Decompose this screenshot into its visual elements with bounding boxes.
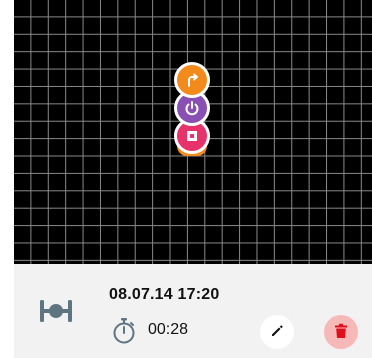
dumbbell-icon bbox=[39, 298, 73, 324]
stopwatch-icon bbox=[111, 317, 137, 345]
delete-button[interactable] bbox=[324, 315, 358, 349]
trash-icon bbox=[334, 323, 348, 342]
power-icon bbox=[184, 100, 200, 116]
edit-button[interactable] bbox=[260, 315, 294, 349]
record-datetime: 08.07.14 17:20 bbox=[109, 286, 220, 303]
turn-marker[interactable] bbox=[174, 62, 210, 98]
grid-map[interactable] bbox=[14, 0, 372, 264]
marker-stack[interactable] bbox=[174, 62, 214, 157]
record-panel: 08.07.14 17:20 00:28 bbox=[14, 264, 372, 358]
stop-icon bbox=[185, 129, 199, 143]
screen: 08.07.14 17:20 00:28 bbox=[0, 0, 372, 358]
pencil-icon bbox=[270, 324, 284, 341]
turn-right-icon bbox=[184, 72, 200, 88]
record-duration: 00:28 bbox=[148, 321, 189, 338]
